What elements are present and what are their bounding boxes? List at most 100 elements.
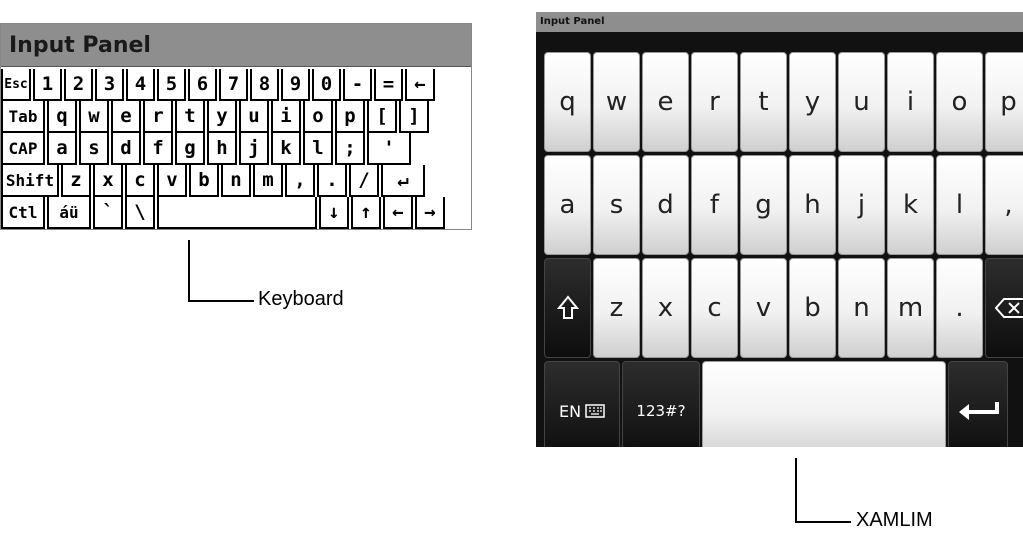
key-o[interactable]: o <box>303 101 333 133</box>
left-row-5: Ctl áü ` \ ↓ ↑ ← → <box>1 197 471 229</box>
xaml-key-l[interactable]: l <box>936 155 983 255</box>
key-equals[interactable]: = <box>374 69 403 101</box>
xamlim-callout-horizontal-line <box>795 521 851 523</box>
xaml-key-a[interactable]: a <box>544 155 591 255</box>
key-arrow-up[interactable]: ↑ <box>351 197 381 229</box>
key-c[interactable]: c <box>125 165 155 197</box>
key-e[interactable]: e <box>111 101 141 133</box>
key-arrow-left[interactable]: ← <box>383 197 413 229</box>
key-period[interactable]: . <box>317 165 347 197</box>
xaml-row-1: q w e r t y u i o p <box>544 52 1023 152</box>
key-g[interactable]: g <box>175 133 205 165</box>
key-y[interactable]: y <box>207 101 237 133</box>
key-8[interactable]: 8 <box>250 69 279 101</box>
key-arrow-right[interactable]: → <box>415 197 445 229</box>
xaml-key-comma[interactable]: , <box>985 155 1023 255</box>
key-m[interactable]: m <box>253 165 283 197</box>
key-l[interactable]: l <box>303 133 333 165</box>
xaml-key-b[interactable]: b <box>789 258 836 358</box>
xaml-space-key[interactable] <box>702 361 946 447</box>
key-comma[interactable]: , <box>285 165 315 197</box>
xaml-key-t[interactable]: t <box>740 52 787 152</box>
xaml-enter-key[interactable] <box>948 361 1008 447</box>
xaml-key-o[interactable]: o <box>936 52 983 152</box>
xaml-key-f[interactable]: f <box>691 155 738 255</box>
key-backspace[interactable]: ← <box>405 69 435 101</box>
xaml-key-r[interactable]: r <box>691 52 738 152</box>
xaml-key-k[interactable]: k <box>887 155 934 255</box>
xaml-key-e[interactable]: e <box>642 52 689 152</box>
xaml-key-q[interactable]: q <box>544 52 591 152</box>
xaml-key-d[interactable]: d <box>642 155 689 255</box>
key-i[interactable]: i <box>271 101 301 133</box>
key-3[interactable]: 3 <box>95 69 124 101</box>
key-0[interactable]: 0 <box>312 69 341 101</box>
key-q[interactable]: q <box>47 101 77 133</box>
key-k[interactable]: k <box>271 133 301 165</box>
key-u[interactable]: u <box>239 101 269 133</box>
key-enter[interactable]: ↵ <box>381 165 425 197</box>
xaml-key-h[interactable]: h <box>789 155 836 255</box>
xaml-key-c[interactable]: c <box>691 258 738 358</box>
key-j[interactable]: j <box>239 133 269 165</box>
xaml-key-p[interactable]: p <box>985 52 1023 152</box>
key-space[interactable] <box>157 197 317 229</box>
xaml-key-u[interactable]: u <box>838 52 885 152</box>
xamlim-callout-label: XAMLIM <box>856 509 933 531</box>
key-quote[interactable]: ' <box>367 133 411 165</box>
key-lbracket[interactable]: [ <box>367 101 397 133</box>
key-minus[interactable]: - <box>343 69 372 101</box>
xaml-key-w[interactable]: w <box>593 52 640 152</box>
key-semicolon[interactable]: ; <box>335 133 365 165</box>
xaml-shift-key[interactable] <box>544 258 591 358</box>
key-p[interactable]: p <box>335 101 365 133</box>
xaml-key-s[interactable]: s <box>593 155 640 255</box>
key-backtick[interactable]: ` <box>93 197 123 229</box>
key-1[interactable]: 1 <box>33 69 62 101</box>
key-4[interactable]: 4 <box>126 69 155 101</box>
key-n[interactable]: n <box>221 165 251 197</box>
key-b[interactable]: b <box>189 165 219 197</box>
xaml-key-j[interactable]: j <box>838 155 885 255</box>
xaml-backspace-key[interactable] <box>985 258 1023 358</box>
key-esc[interactable]: Esc <box>1 69 31 101</box>
left-panel-title: Input Panel <box>1 24 471 67</box>
key-w[interactable]: w <box>79 101 109 133</box>
xaml-key-z[interactable]: z <box>593 258 640 358</box>
key-backslash[interactable]: \ <box>125 197 155 229</box>
xaml-key-v[interactable]: v <box>740 258 787 358</box>
key-5[interactable]: 5 <box>157 69 186 101</box>
xaml-key-g[interactable]: g <box>740 155 787 255</box>
key-r[interactable]: r <box>143 101 173 133</box>
key-6[interactable]: 6 <box>188 69 217 101</box>
xaml-key-i[interactable]: i <box>887 52 934 152</box>
key-ctl[interactable]: Ctl <box>1 197 45 229</box>
key-tab[interactable]: Tab <box>1 101 45 133</box>
language-label: EN <box>558 401 582 421</box>
key-arrow-down[interactable]: ↓ <box>319 197 349 229</box>
xaml-key-x[interactable]: x <box>642 258 689 358</box>
xaml-numbers-key[interactable]: 123#? <box>622 361 700 447</box>
key-f[interactable]: f <box>143 133 173 165</box>
key-d[interactable]: d <box>111 133 141 165</box>
xaml-key-m[interactable]: m <box>887 258 934 358</box>
key-slash[interactable]: / <box>349 165 379 197</box>
key-t[interactable]: t <box>175 101 205 133</box>
key-rbracket[interactable]: ] <box>399 101 429 133</box>
key-caps[interactable]: CAP <box>1 133 45 165</box>
key-intl[interactable]: áü <box>47 197 91 229</box>
key-9[interactable]: 9 <box>281 69 310 101</box>
key-a[interactable]: a <box>47 133 77 165</box>
xaml-key-n[interactable]: n <box>838 258 885 358</box>
key-2[interactable]: 2 <box>64 69 93 101</box>
xaml-key-y[interactable]: y <box>789 52 836 152</box>
key-z[interactable]: z <box>61 165 91 197</box>
xaml-key-period[interactable]: . <box>936 258 983 358</box>
key-s[interactable]: s <box>79 133 109 165</box>
key-shift[interactable]: Shift <box>1 165 59 197</box>
key-x[interactable]: x <box>93 165 123 197</box>
key-v[interactable]: v <box>157 165 187 197</box>
key-7[interactable]: 7 <box>219 69 248 101</box>
xaml-language-key[interactable]: EN <box>544 361 620 447</box>
key-h[interactable]: h <box>207 133 237 165</box>
